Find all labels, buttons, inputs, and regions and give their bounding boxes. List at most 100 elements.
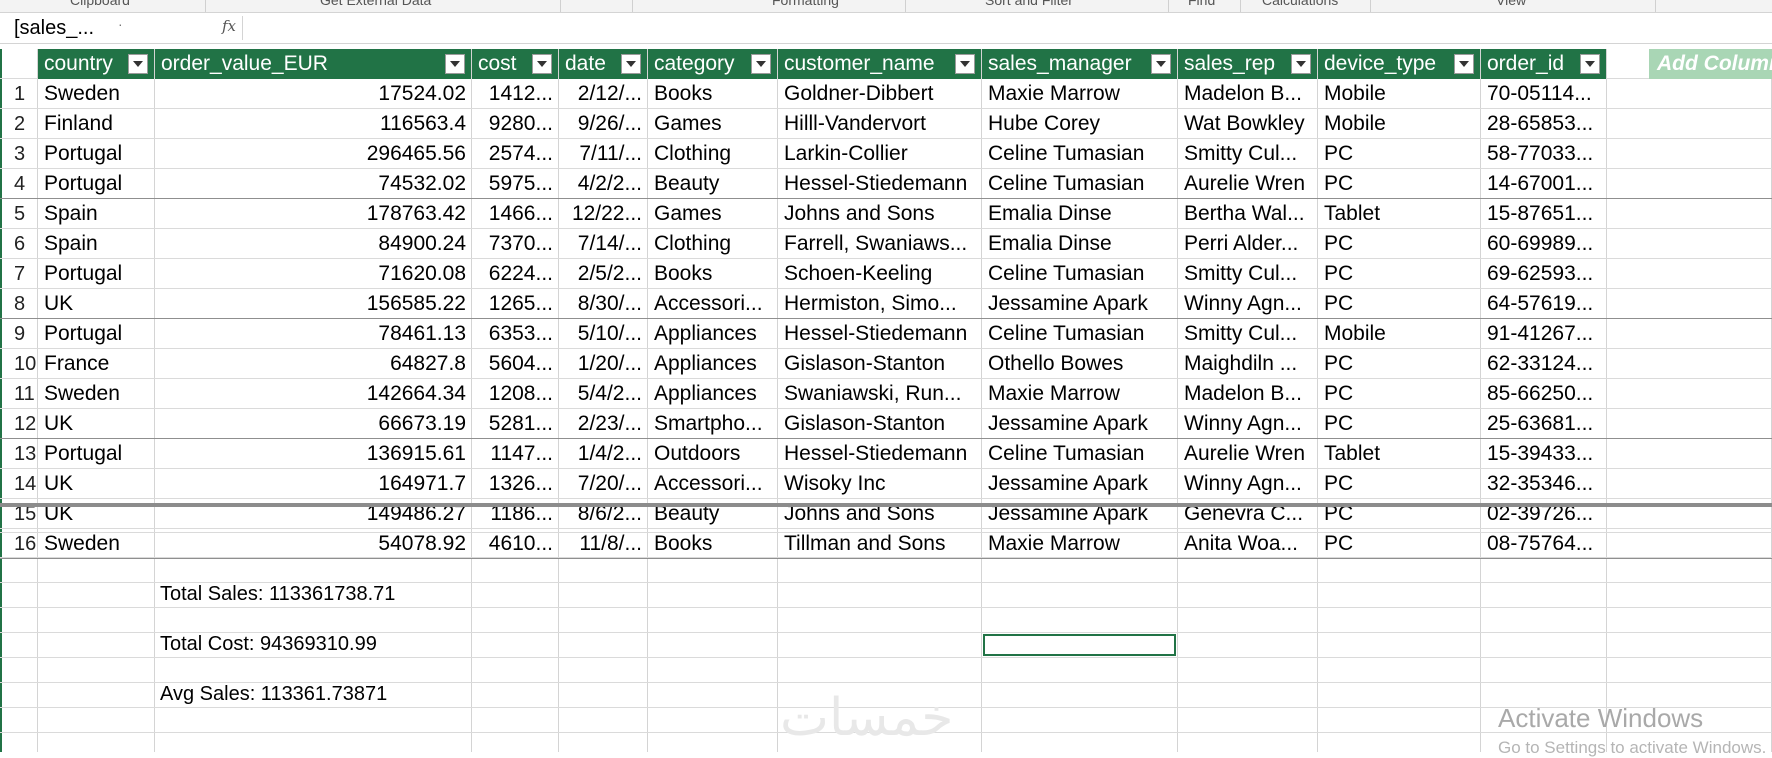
cell-sales-rep[interactable]: Madelon B...: [1178, 379, 1318, 409]
formula-input[interactable]: [246, 16, 1746, 40]
cell-date[interactable]: 5/10/...: [559, 319, 648, 349]
cell-cost[interactable]: 6353...: [472, 319, 559, 349]
column-header-customer-name[interactable]: customer_name: [778, 49, 981, 79]
cell-country[interactable]: Portugal: [38, 319, 155, 349]
selected-cell[interactable]: [983, 634, 1176, 656]
cell-order-id[interactable]: 32-35346...: [1481, 469, 1607, 499]
ribbon-group-sort-filter[interactable]: Sort and Filter: [985, 0, 1073, 8]
cell-country[interactable]: Portugal: [38, 259, 155, 289]
cell-date[interactable]: 1/20/...: [559, 349, 648, 379]
cell-order-value-eur[interactable]: 78461.13: [155, 319, 472, 349]
cell-device-type[interactable]: PC: [1318, 529, 1481, 559]
row-number[interactable]: 10: [0, 349, 38, 379]
cell-device-type[interactable]: PC: [1318, 169, 1481, 199]
row-number[interactable]: 4: [0, 169, 38, 199]
cell-cost[interactable]: 1265...: [472, 289, 559, 319]
cell-country[interactable]: Spain: [38, 229, 155, 259]
column-header-order-value-eur[interactable]: order_value_EUR: [155, 49, 471, 79]
row-number[interactable]: 3: [0, 139, 38, 169]
name-box[interactable]: [sales_... ·: [14, 16, 243, 40]
cell-category[interactable]: Games: [648, 109, 778, 139]
cell-sales-rep[interactable]: Winny Agn...: [1178, 409, 1318, 439]
cell-sales-manager[interactable]: Othello Bowes: [982, 349, 1178, 379]
cell-customer-name[interactable]: Tillman and Sons: [778, 529, 982, 559]
cell-cost[interactable]: 1466...: [472, 199, 559, 229]
avg-sales-cell[interactable]: Avg Sales: 113361.73871: [160, 683, 387, 706]
total-sales-cell[interactable]: Total Sales: 113361738.71: [160, 583, 395, 606]
filter-dropdown-icon[interactable]: [1151, 54, 1171, 74]
cell-category[interactable]: Beauty: [648, 169, 778, 199]
row-number[interactable]: 12: [0, 409, 38, 439]
cell-cost[interactable]: 9280...: [472, 109, 559, 139]
cell-customer-name[interactable]: Larkin-Collier: [778, 139, 982, 169]
cell-device-type[interactable]: PC: [1318, 289, 1481, 319]
cell-date[interactable]: 2/12/...: [559, 79, 648, 109]
cell-customer-name[interactable]: Gislason-Stanton: [778, 349, 982, 379]
column-header-country[interactable]: country: [38, 49, 154, 79]
cell-date[interactable]: 9/26/...: [559, 109, 648, 139]
cell-order-value-eur[interactable]: 54078.92: [155, 529, 472, 559]
cell-device-type[interactable]: PC: [1318, 349, 1481, 379]
cell-category[interactable]: Smartpho...: [648, 409, 778, 439]
cell-device-type[interactable]: PC: [1318, 259, 1481, 289]
cell-category[interactable]: Accessori...: [648, 289, 778, 319]
filter-dropdown-icon[interactable]: [955, 54, 975, 74]
cell-sales-manager[interactable]: Hube Corey: [982, 109, 1178, 139]
cell-date[interactable]: 7/11/...: [559, 139, 648, 169]
cell-sales-rep[interactable]: Maighdiln ...: [1178, 349, 1318, 379]
function-icon[interactable]: fx: [222, 17, 236, 35]
cell-order-value-eur[interactable]: 74532.02: [155, 169, 472, 199]
cell-order-id[interactable]: 15-39433...: [1481, 439, 1607, 469]
cell-customer-name[interactable]: Hessel-Stiedemann: [778, 169, 982, 199]
cell-order-id[interactable]: 64-57619...: [1481, 289, 1607, 319]
column-header-cost[interactable]: cost: [472, 49, 558, 79]
total-cost-cell[interactable]: Total Cost: 94369310.99: [160, 633, 377, 656]
row-number[interactable]: 6: [0, 229, 38, 259]
cell-sales-rep[interactable]: Winny Agn...: [1178, 469, 1318, 499]
cell-sales-manager[interactable]: Maxie Marrow: [982, 529, 1178, 559]
cell-country[interactable]: UK: [38, 469, 155, 499]
cell-category[interactable]: Books: [648, 529, 778, 559]
filter-dropdown-icon[interactable]: [445, 54, 465, 74]
cell-order-id[interactable]: 69-62593...: [1481, 259, 1607, 289]
cell-category[interactable]: Appliances: [648, 349, 778, 379]
cell-sales-manager[interactable]: Emalia Dinse: [982, 229, 1178, 259]
cell-sales-manager[interactable]: Celine Tumasian: [982, 139, 1178, 169]
cell-order-value-eur[interactable]: 164971.7: [155, 469, 472, 499]
cell-sales-manager[interactable]: Emalia Dinse: [982, 199, 1178, 229]
cell-sales-rep[interactable]: Bertha Wal...: [1178, 199, 1318, 229]
filter-dropdown-icon[interactable]: [1580, 54, 1600, 74]
name-box-dropdown-icon[interactable]: ·: [118, 12, 123, 36]
cell-category[interactable]: Accessori...: [648, 469, 778, 499]
cell-customer-name[interactable]: Johns and Sons: [778, 199, 982, 229]
cell-category[interactable]: Games: [648, 199, 778, 229]
column-header-order-id[interactable]: order_id: [1481, 49, 1606, 79]
cell-date[interactable]: 2/23/...: [559, 409, 648, 439]
cell-device-type[interactable]: PC: [1318, 469, 1481, 499]
cell-cost[interactable]: 6224...: [472, 259, 559, 289]
cell-device-type[interactable]: Tablet: [1318, 439, 1481, 469]
row-number[interactable]: 1: [0, 79, 38, 109]
cell-order-id[interactable]: 85-66250...: [1481, 379, 1607, 409]
cell-order-value-eur[interactable]: 296465.56: [155, 139, 472, 169]
ribbon-group-external-data[interactable]: Get External Data: [320, 0, 431, 8]
cell-cost[interactable]: 5604...: [472, 349, 559, 379]
filter-dropdown-icon[interactable]: [128, 54, 148, 74]
ribbon-group-view[interactable]: View: [1496, 0, 1526, 8]
column-header-date[interactable]: date: [559, 49, 647, 79]
cell-country[interactable]: Portugal: [38, 139, 155, 169]
cell-country[interactable]: Finland: [38, 109, 155, 139]
cell-category[interactable]: Appliances: [648, 319, 778, 349]
cell-sales-manager[interactable]: Maxie Marrow: [982, 79, 1178, 109]
column-header-sales-rep[interactable]: sales_rep: [1178, 49, 1317, 79]
cell-customer-name[interactable]: Hessel-Stiedemann: [778, 319, 982, 349]
cell-order-id[interactable]: 28-65853...: [1481, 109, 1607, 139]
cell-date[interactable]: 4/2/2...: [559, 169, 648, 199]
cell-customer-name[interactable]: Swaniawski, Run...: [778, 379, 982, 409]
row-number[interactable]: 7: [0, 259, 38, 289]
row-number[interactable]: 14: [0, 469, 38, 499]
cell-date[interactable]: 7/14/...: [559, 229, 648, 259]
cell-cost[interactable]: 5281...: [472, 409, 559, 439]
cell-customer-name[interactable]: Hessel-Stiedemann: [778, 439, 982, 469]
cell-order-value-eur[interactable]: 178763.42: [155, 199, 472, 229]
